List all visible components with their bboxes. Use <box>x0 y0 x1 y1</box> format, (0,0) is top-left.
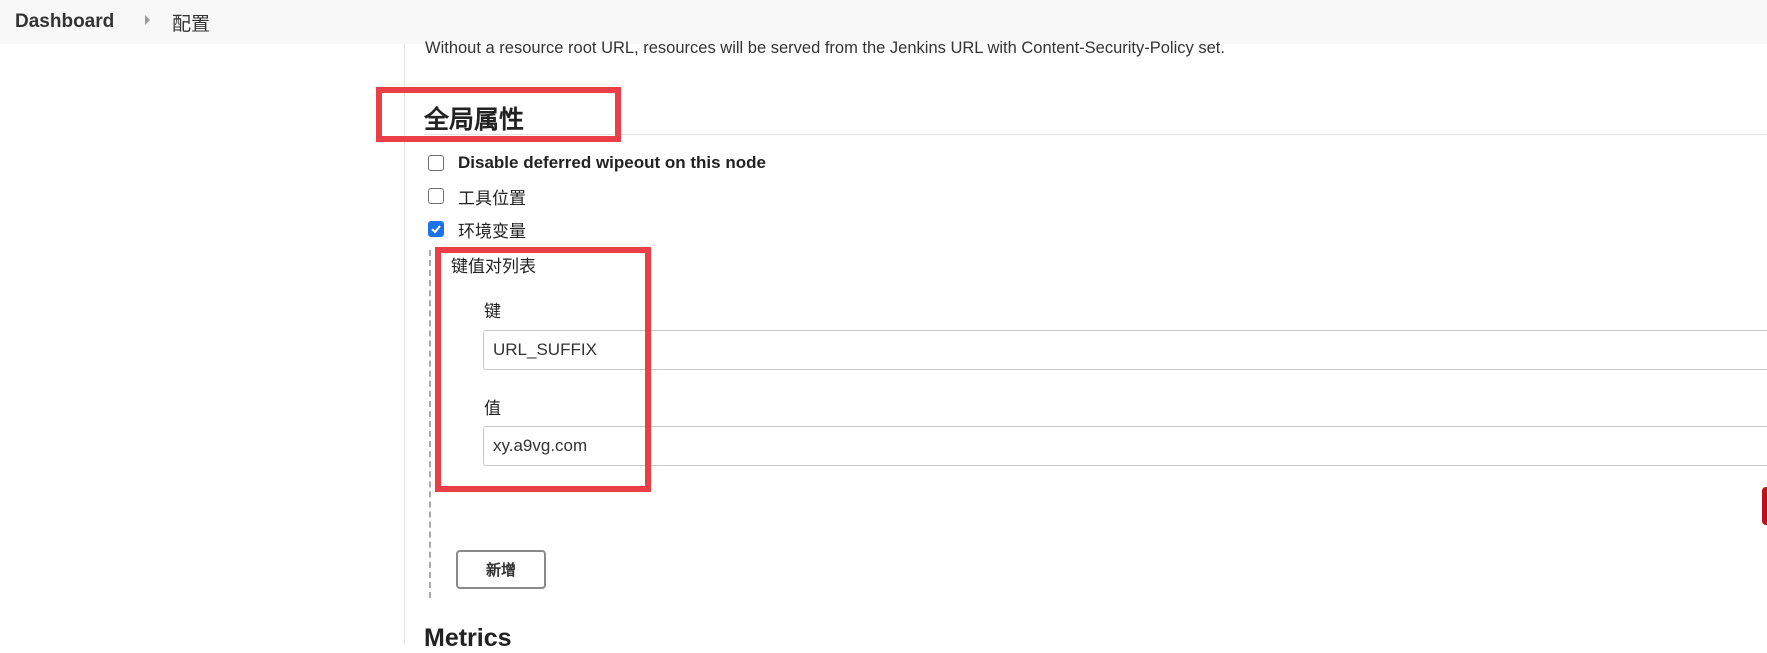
option-label: 环境变量 <box>458 221 526 241</box>
option-environment-variables[interactable]: 环境变量 <box>428 218 526 241</box>
chevron-right-icon <box>145 15 150 25</box>
environment-variables-checkbox[interactable] <box>428 221 444 237</box>
disable-wipeout-checkbox[interactable] <box>428 155 444 171</box>
sidebar-divider <box>404 44 405 644</box>
tool-locations-checkbox[interactable] <box>428 188 444 204</box>
value-label: 值 <box>484 399 501 418</box>
delete-button[interactable] <box>1762 487 1767 525</box>
metrics-section-title: Metrics <box>424 624 512 652</box>
key-input[interactable] <box>483 330 1767 370</box>
nested-section-guide <box>429 250 431 598</box>
option-label: 工具位置 <box>458 188 526 208</box>
breadcrumb-dashboard-link[interactable]: Dashboard <box>15 0 114 44</box>
option-disable-deferred-wipeout[interactable]: Disable deferred wipeout on this node <box>428 152 766 174</box>
add-button[interactable]: 新增 <box>456 550 546 589</box>
section-divider <box>424 134 1767 135</box>
resource-root-note: Without a resource root URL, resources w… <box>425 39 1225 57</box>
value-input[interactable] <box>483 426 1767 466</box>
kv-list-title: 键值对列表 <box>451 257 536 276</box>
option-tool-locations[interactable]: 工具位置 <box>428 185 526 208</box>
breadcrumb: Dashboard 配置 <box>0 0 1767 44</box>
key-label: 键 <box>484 302 501 321</box>
global-properties-title: 全局属性 <box>424 106 525 134</box>
checkmark-icon <box>431 225 441 234</box>
option-label: Disable deferred wipeout on this node <box>458 153 766 172</box>
breadcrumb-config-link[interactable]: 配置 <box>172 0 210 44</box>
